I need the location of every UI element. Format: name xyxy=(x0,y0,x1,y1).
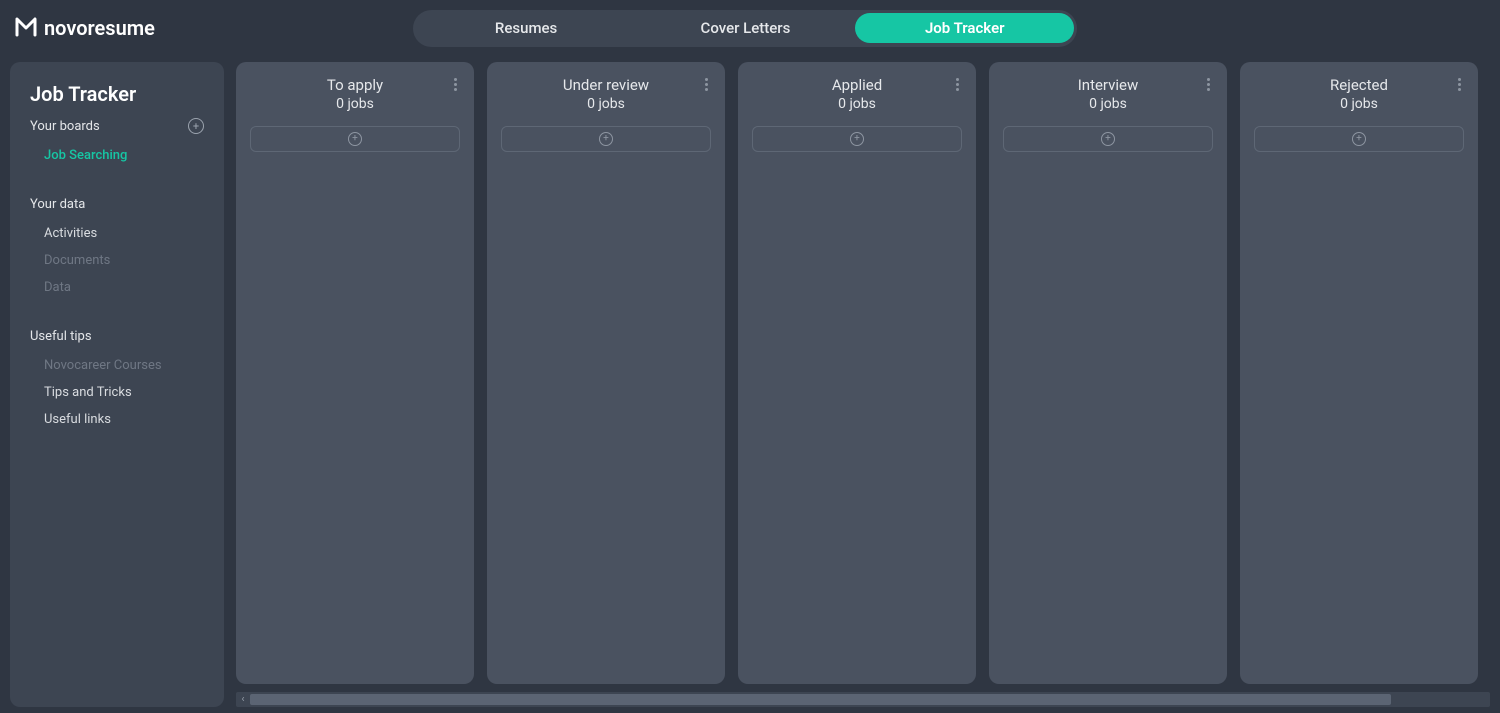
column-subtitle: 0 jobs xyxy=(1003,96,1213,112)
kanban-board: To apply 0 jobs + Under review 0 jobs xyxy=(236,62,1490,688)
boards-section-head: Your boards + xyxy=(30,118,204,134)
column-head: Under review 0 jobs xyxy=(501,76,711,112)
add-board-button[interactable]: + xyxy=(188,118,204,134)
add-card-button[interactable]: + xyxy=(1003,126,1213,152)
column-menu-button[interactable] xyxy=(697,78,715,91)
column-menu-button[interactable] xyxy=(1450,78,1468,91)
boards-list: Job Searching xyxy=(30,142,204,169)
app-root: novoresume Resumes Cover Letters Job Tra… xyxy=(0,0,1500,713)
column-head: Applied 0 jobs xyxy=(752,76,962,112)
column-title: Applied xyxy=(752,76,962,94)
data-item-data: Data xyxy=(30,274,204,301)
data-section: Your data Activities Documents Data xyxy=(30,197,204,301)
plus-icon: + xyxy=(348,132,362,146)
column-applied: Applied 0 jobs + xyxy=(738,62,976,684)
tips-list: Novocareer Courses Tips and Tricks Usefu… xyxy=(30,352,204,433)
sidebar: Job Tracker Your boards + Job Searching … xyxy=(10,62,224,707)
tips-section-head: Useful tips xyxy=(30,329,204,344)
column-head: Interview 0 jobs xyxy=(1003,76,1213,112)
brand-logo[interactable]: novoresume xyxy=(14,14,155,43)
main: Job Tracker Your boards + Job Searching … xyxy=(0,56,1500,713)
tab-cover-letters[interactable]: Cover Letters xyxy=(636,13,855,43)
header: novoresume Resumes Cover Letters Job Tra… xyxy=(0,0,1500,56)
column-rejected: Rejected 0 jobs + xyxy=(1240,62,1478,684)
logo-icon xyxy=(14,14,38,43)
data-item-activities[interactable]: Activities xyxy=(30,220,204,247)
add-card-button[interactable]: + xyxy=(752,126,962,152)
add-card-button[interactable]: + xyxy=(1254,126,1464,152)
tips-label: Useful tips xyxy=(30,329,92,344)
scrollbar-track[interactable] xyxy=(250,694,1490,705)
data-section-head: Your data xyxy=(30,197,204,212)
plus-icon: + xyxy=(850,132,864,146)
column-title: To apply xyxy=(250,76,460,94)
column-subtitle: 0 jobs xyxy=(752,96,962,112)
plus-icon: + xyxy=(1352,132,1366,146)
plus-icon: + xyxy=(599,132,613,146)
sidebar-title: Job Tracker xyxy=(30,82,204,106)
column-under-review: Under review 0 jobs + xyxy=(487,62,725,684)
column-head: Rejected 0 jobs xyxy=(1254,76,1464,112)
board-item-job-searching[interactable]: Job Searching xyxy=(30,142,204,169)
board-area: To apply 0 jobs + Under review 0 jobs xyxy=(236,62,1490,707)
scrollbar-thumb[interactable] xyxy=(250,694,1391,705)
tab-job-tracker[interactable]: Job Tracker xyxy=(855,13,1074,43)
tab-resumes[interactable]: Resumes xyxy=(416,13,635,43)
column-head: To apply 0 jobs xyxy=(250,76,460,112)
column-subtitle: 0 jobs xyxy=(501,96,711,112)
nav-tabs: Resumes Cover Letters Job Tracker xyxy=(155,10,1336,47)
tips-item-novocareer: Novocareer Courses xyxy=(30,352,204,379)
nav-pill: Resumes Cover Letters Job Tracker xyxy=(413,10,1077,47)
add-card-button[interactable]: + xyxy=(250,126,460,152)
data-list: Activities Documents Data xyxy=(30,220,204,301)
column-menu-button[interactable] xyxy=(446,78,464,91)
column-subtitle: 0 jobs xyxy=(1254,96,1464,112)
column-title: Under review xyxy=(501,76,711,94)
tips-section: Useful tips Novocareer Courses Tips and … xyxy=(30,329,204,433)
scroll-left-icon[interactable]: ‹ xyxy=(236,694,250,705)
column-subtitle: 0 jobs xyxy=(250,96,460,112)
column-menu-button[interactable] xyxy=(948,78,966,91)
column-title: Interview xyxy=(1003,76,1213,94)
tips-item-useful-links[interactable]: Useful links xyxy=(30,406,204,433)
data-label: Your data xyxy=(30,197,85,212)
column-title: Rejected xyxy=(1254,76,1464,94)
boards-label: Your boards xyxy=(30,119,100,134)
data-item-documents: Documents xyxy=(30,247,204,274)
brand-name: novoresume xyxy=(44,16,155,40)
tips-item-tips-tricks[interactable]: Tips and Tricks xyxy=(30,379,204,406)
horizontal-scrollbar[interactable]: ‹ xyxy=(236,692,1490,707)
column-menu-button[interactable] xyxy=(1199,78,1217,91)
column-to-apply: To apply 0 jobs + xyxy=(236,62,474,684)
add-card-button[interactable]: + xyxy=(501,126,711,152)
column-interview: Interview 0 jobs + xyxy=(989,62,1227,684)
plus-icon: + xyxy=(1101,132,1115,146)
